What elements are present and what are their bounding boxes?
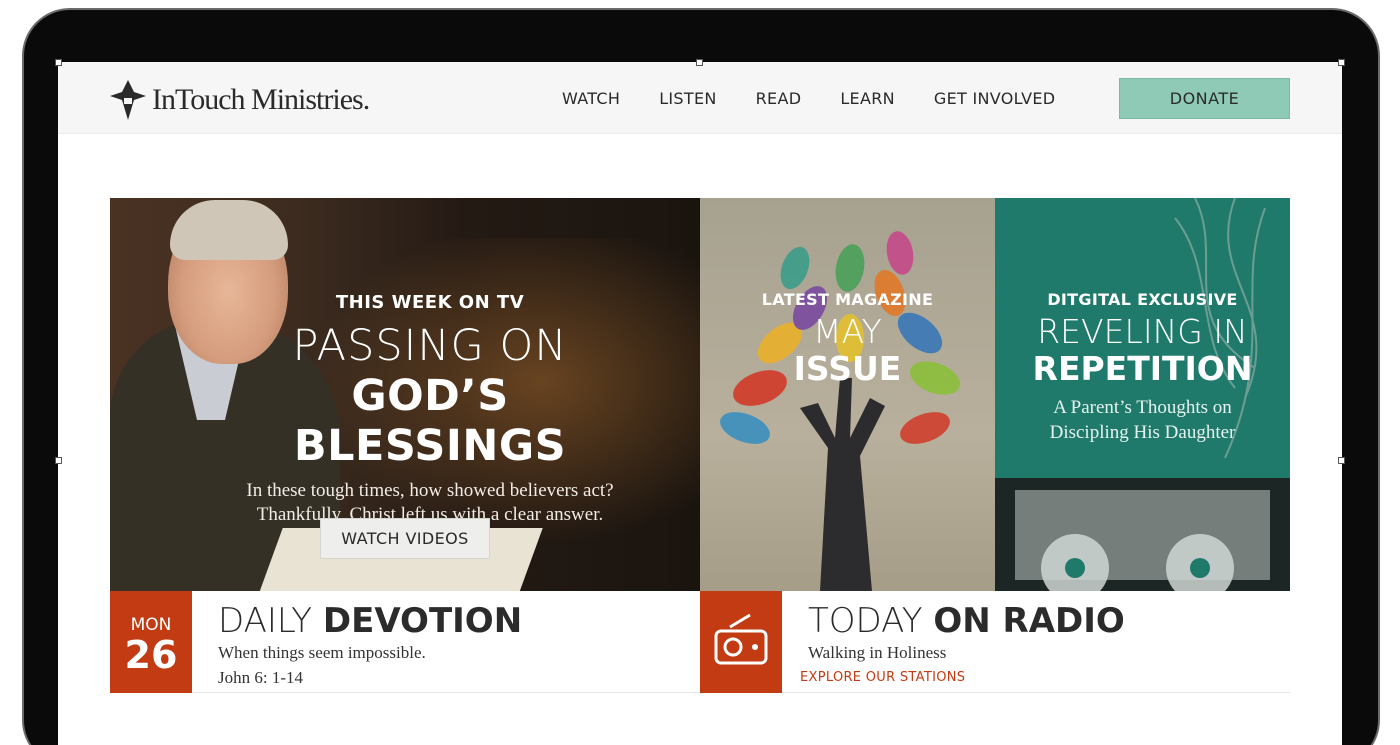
main-nav: WATCH LISTEN READ LEARN GET INVOLVED [562, 62, 1094, 134]
radio-title-light: TODAY [808, 601, 934, 641]
radio-badge [700, 591, 782, 693]
watch-videos-button[interactable]: WATCH VIDEOS [320, 518, 490, 559]
nav-learn[interactable]: LEARN [840, 89, 895, 108]
date-number: 26 [124, 633, 178, 677]
nav-watch[interactable]: WATCH [562, 89, 620, 108]
magazine-text-block: LATEST MAGAZINE MAY ISSUE [700, 290, 995, 387]
devotion-title-bold: DEVOTION [322, 601, 523, 641]
digital-desc-line-2: Discipling His Daughter [1049, 422, 1236, 443]
hero-banner: THIS WEEK ON TV PASSING ON GOD’S BLESSIN… [110, 198, 1290, 591]
hands-tree-illustration [720, 231, 960, 591]
devotion-reference: John 6: 1-14 [218, 668, 303, 687]
tv-text-block: THIS WEEK ON TV PASSING ON GOD’S BLESSIN… [210, 292, 650, 527]
resize-handle-tl[interactable] [55, 59, 62, 66]
resize-handle-mr[interactable] [1338, 457, 1345, 464]
nav-listen[interactable]: LISTEN [659, 89, 716, 108]
resize-handle-tr[interactable] [1338, 59, 1345, 66]
nav-read[interactable]: READ [756, 89, 802, 108]
explore-stations-link[interactable]: EXPLORE OUR STATIONS [800, 670, 965, 685]
daily-devotion-card[interactable]: MON 26 DAILY DEVOTION When things seem i… [110, 591, 700, 693]
date-badge: MON 26 [110, 591, 192, 693]
magazine-title-bold: ISSUE [793, 349, 902, 388]
tv-desc-line-1: In these tough times, how showed believe… [246, 480, 614, 501]
nav-get-involved[interactable]: GET INVOLVED [934, 89, 1055, 108]
browser-screen: InTouch Ministries. WATCH LISTEN READ LE… [58, 62, 1342, 745]
resize-handle-tc[interactable] [696, 59, 703, 66]
digital-title-light: REVELING IN [1037, 312, 1248, 351]
site-logo[interactable]: InTouch Ministries. [110, 78, 370, 122]
speaker-hair [170, 200, 288, 260]
devotion-subtitle: When things seem impossible. [218, 643, 426, 662]
digital-eyebrow: DITGITAL EXCLUSIVE [1047, 290, 1238, 309]
tv-title-light: PASSING ON [292, 321, 568, 371]
digital-text-block: DITGITAL EXCLUSIVE REVELING IN REPETITIO… [995, 290, 1290, 445]
devotion-title-light: DAILY [218, 601, 323, 641]
magazine-eyebrow: LATEST MAGAZINE [761, 290, 934, 309]
radio-icon [714, 613, 768, 665]
digital-description: A Parent’s Thoughts on Discipling His Da… [995, 395, 1290, 445]
date-day: MON [130, 615, 172, 635]
logo-text: InTouch Ministries. [152, 83, 370, 116]
magazine-feature-panel[interactable]: LATEST MAGAZINE MAY ISSUE [700, 198, 995, 591]
ministry-logo-icon [110, 80, 146, 120]
digital-title-bold: REPETITION [1032, 349, 1253, 388]
radio-title-bold: ON RADIO [933, 601, 1125, 641]
top-navbar: InTouch Ministries. WATCH LISTEN READ LE… [58, 62, 1342, 134]
digital-desc-line-1: A Parent’s Thoughts on [1053, 397, 1232, 418]
donate-button[interactable]: DONATE [1119, 78, 1290, 119]
radio-subtitle: Walking in Holiness [808, 643, 947, 662]
feature-strip: MON 26 DAILY DEVOTION When things seem i… [110, 591, 1290, 693]
tv-eyebrow: THIS WEEK ON TV [335, 292, 525, 313]
magazine-title-light: MAY [813, 312, 882, 351]
today-on-radio-card[interactable]: TODAY ON RADIO Walking in Holiness EXPLO… [700, 591, 1290, 693]
digital-exclusive-panel[interactable]: DITGITAL EXCLUSIVE REVELING IN REPETITIO… [995, 198, 1290, 591]
tv-title-bold: GOD’S BLESSINGS [293, 371, 567, 471]
resize-handle-ml[interactable] [55, 457, 62, 464]
tv-feature-panel[interactable]: THIS WEEK ON TV PASSING ON GOD’S BLESSIN… [110, 198, 700, 591]
devotion-title: DAILY DEVOTION [218, 601, 522, 641]
radio-title: TODAY ON RADIO [808, 601, 1125, 641]
